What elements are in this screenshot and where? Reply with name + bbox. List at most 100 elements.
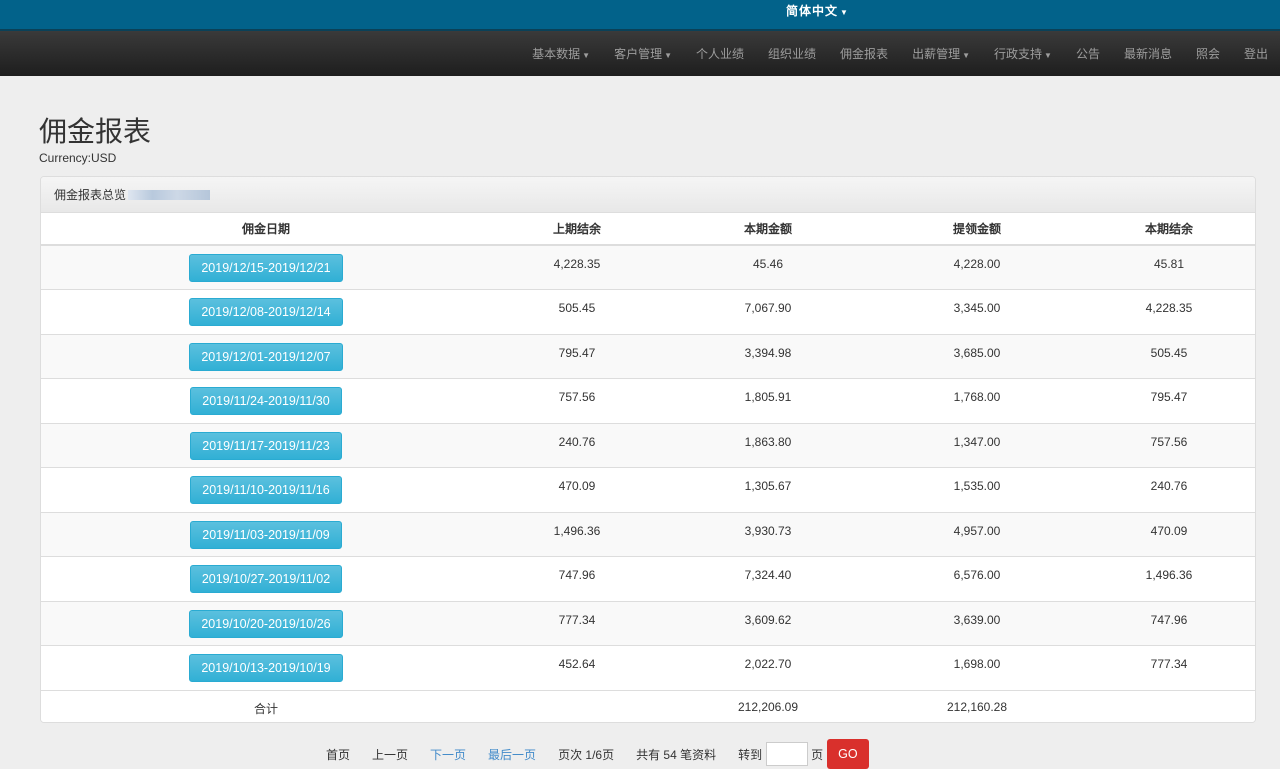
prev-page-link[interactable]: 上一页: [372, 746, 408, 763]
amount-cell: 470.09: [491, 467, 663, 512]
page-unit-label: 页: [811, 747, 824, 762]
page-title: 佣金报表: [39, 116, 152, 147]
amount-cell: 3,639.00: [873, 600, 1081, 646]
goto-page-input[interactable]: [766, 742, 809, 766]
nav-item-3[interactable]: 组织业绩: [756, 45, 828, 62]
date-range-button[interactable]: 2019/10/27-2019/11/02: [189, 565, 343, 593]
table-row: 2019/10/27-2019/11/02 747.96 7,324.40 6,576…: [41, 556, 1255, 601]
amount-cell: 7,067.90: [663, 289, 873, 334]
nav-label: 登出: [1243, 47, 1268, 61]
nav-item-2[interactable]: 个人业绩: [684, 45, 756, 62]
table-row: 2019/12/15-2019/12/21 4,228.35 45.46 4,228.…: [41, 244, 1255, 290]
nav-item-1[interactable]: 客户管理 ▼: [602, 45, 684, 62]
total-withdrawn: 212,160.28: [873, 689, 1081, 722]
amount-cell: 240.76: [491, 422, 663, 468]
goto-label: 转到: [738, 747, 763, 762]
column-header: 本期结余: [1081, 213, 1255, 246]
amount-cell: 3,609.62: [663, 600, 873, 646]
nav-label: 个人业绩: [696, 47, 745, 61]
amount-cell: 1,768.00: [873, 378, 1081, 423]
table-row: 2019/12/01-2019/12/07 795.47 3,394.98 3,685…: [41, 333, 1255, 379]
date-cell: 2019/12/15-2019/12/21: [41, 244, 491, 290]
date-range-button[interactable]: 2019/11/10-2019/11/16: [190, 476, 342, 504]
date-range-button[interactable]: 2019/11/03-2019/11/09: [190, 520, 342, 549]
amount-cell: 45.81: [1081, 244, 1255, 290]
date-range-button[interactable]: 2019/11/24-2019/11/30: [190, 387, 342, 415]
amount-cell: 470.09: [1081, 511, 1255, 557]
amount-cell: 3,685.00: [873, 333, 1081, 379]
amount-cell: 757.56: [491, 378, 663, 423]
amount-cell: 452.64: [491, 645, 663, 690]
nav-label: 公告: [1075, 47, 1100, 61]
amount-cell: 1,863.80: [663, 422, 873, 468]
amount-cell: 7,324.40: [663, 556, 873, 601]
nav-item-7[interactable]: 公告: [1064, 45, 1112, 62]
date-range-button[interactable]: 2019/11/17-2019/11/23: [190, 431, 342, 460]
panel-heading: 佣金报表总览: [41, 177, 1255, 213]
date-cell: 2019/10/13-2019/10/19: [41, 645, 491, 690]
language-selector[interactable]: 简体中文 ▼: [786, 2, 849, 19]
amount-cell: 795.47: [1081, 378, 1255, 423]
table-row: 2019/11/03-2019/11/09 1,496.36 3,930.73 4,9…: [41, 511, 1255, 557]
page-info: 页次 1/6页: [558, 747, 615, 762]
table-row: 2019/11/17-2019/11/23 240.76 1,863.80 1,347…: [41, 422, 1255, 468]
nav-label: 组织业绩: [768, 47, 817, 61]
main-nav: 基本数据 ▼ 客户管理 ▼ 个人业绩 组织业绩 佣金报表 出薪管理 ▼ 行政支持 ▼ 公告 最新消息 照会…: [0, 31, 1280, 76]
date-cell: 2019/11/24-2019/11/30: [41, 378, 491, 423]
amount-cell: 1,496.36: [491, 511, 663, 557]
table-row: 2019/10/13-2019/10/19 452.64 2,022.70 1,698…: [41, 645, 1255, 690]
amount-cell: 747.96: [1081, 600, 1255, 646]
language-label: 简体中文: [786, 4, 839, 18]
amount-cell: 6,576.00: [873, 556, 1081, 601]
amount-cell: 1,496.36: [1081, 556, 1255, 601]
last-page-link[interactable]: 最后一页: [488, 746, 536, 763]
amount-cell: 4,957.00: [873, 511, 1081, 557]
amount-cell: 1,535.00: [873, 467, 1081, 512]
date-cell: 2019/10/27-2019/11/02: [41, 556, 491, 601]
caret-down-icon: ▼: [962, 51, 970, 60]
nav-label: 佣金报表: [840, 47, 889, 61]
date-range-button[interactable]: 2019/12/01-2019/12/07: [189, 342, 343, 371]
date-cell: 2019/11/10-2019/11/16: [41, 467, 491, 512]
date-cell: 2019/12/08-2019/12/14: [41, 289, 491, 334]
next-page-link[interactable]: 下一页: [430, 746, 466, 763]
column-header: 本期金额: [663, 213, 873, 246]
nav-item-9[interactable]: 照会: [1184, 45, 1232, 62]
date-cell: 2019/12/01-2019/12/07: [41, 333, 491, 379]
nav-label: 出薪管理: [912, 47, 961, 61]
nav-item-8[interactable]: 最新消息: [1112, 45, 1184, 62]
date-cell: 2019/10/20-2019/10/26: [41, 600, 491, 646]
nav-item-0[interactable]: 基本数据 ▼: [520, 45, 602, 62]
date-range-button[interactable]: 2019/10/20-2019/10/26: [189, 609, 343, 638]
total-row: 合计 212,206.09 212,160.28: [41, 689, 1255, 722]
amount-cell: 3,930.73: [663, 511, 873, 557]
amount-cell: 1,305.67: [663, 467, 873, 512]
table-row: 2019/10/20-2019/10/26 777.34 3,609.62 3,639…: [41, 600, 1255, 646]
panel-title: 佣金报表总览: [54, 188, 127, 202]
caret-down-icon: ▼: [1044, 51, 1052, 60]
amount-cell: 3,345.00: [873, 289, 1081, 334]
amount-cell: 1,347.00: [873, 422, 1081, 468]
amount-cell: 4,228.00: [873, 244, 1081, 290]
date-range-button[interactable]: 2019/12/08-2019/12/14: [189, 298, 343, 326]
amount-cell: 777.34: [491, 600, 663, 646]
total-current: 212,206.09: [663, 689, 873, 722]
amount-cell: 4,228.35: [491, 244, 663, 290]
amount-cell: 777.34: [1081, 645, 1255, 690]
caret-down-icon: ▼: [582, 51, 591, 60]
go-button[interactable]: GO: [827, 739, 869, 769]
column-header: 提领金额: [873, 213, 1081, 246]
table-row: 2019/11/10-2019/11/16 470.09 1,305.67 1,535…: [41, 467, 1255, 512]
date-range-button[interactable]: 2019/12/15-2019/12/21: [189, 254, 343, 282]
caret-down-icon: ▼: [840, 8, 849, 17]
first-page-link[interactable]: 首页: [326, 746, 350, 763]
nav-item-4[interactable]: 佣金报表: [828, 45, 900, 62]
table-row: 2019/11/24-2019/11/30 757.56 1,805.91 1,768…: [41, 378, 1255, 423]
nav-label: 客户管理: [614, 47, 663, 61]
nav-item-6[interactable]: 行政支持 ▼: [982, 45, 1064, 62]
amount-cell: 1,805.91: [663, 378, 873, 423]
nav-item-5[interactable]: 出薪管理 ▼: [900, 45, 982, 62]
amount-cell: 795.47: [491, 333, 663, 379]
date-range-button[interactable]: 2019/10/13-2019/10/19: [189, 654, 343, 682]
nav-item-10[interactable]: 登出: [1232, 45, 1280, 62]
